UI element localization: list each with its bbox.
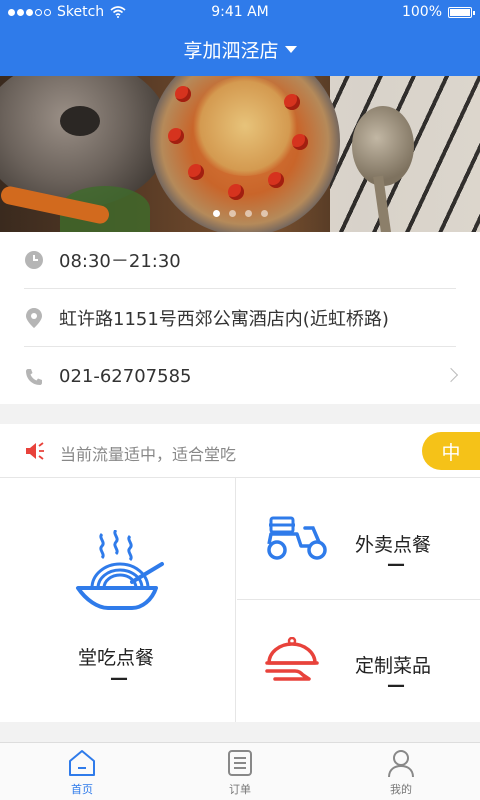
banner-photo-knob: [60, 106, 100, 136]
chevron-right-icon: [443, 367, 459, 383]
banner-photo-tomato: [284, 94, 300, 110]
banner-photo-spoon: [352, 106, 414, 186]
banner-photo-tomato: [268, 172, 284, 188]
phone-icon: [24, 367, 44, 387]
banner-photo-food: [190, 76, 300, 176]
banner-photo-tomato: [188, 164, 204, 180]
clock-icon: [24, 250, 44, 270]
takeout-value: —: [387, 554, 405, 575]
app-header: Sketch 9:41 AM 100% 享加泗泾店: [0, 0, 480, 76]
notice-text: 当前流量适中，适合堂吃: [60, 445, 237, 464]
tab-profile-label: 我的: [390, 783, 412, 796]
home-icon: [69, 750, 95, 776]
service-grid: 堂吃点餐 — 外卖点餐 — 定制菜品 —: [0, 478, 480, 722]
custom-dish-label: 定制菜品: [355, 655, 432, 677]
banner-photo-tomato: [292, 134, 308, 150]
store-address: 虹许路1151号西郊公寓酒店内(近虹桥路): [59, 309, 389, 330]
tab-home-label: 首页: [71, 783, 93, 796]
food-cloche-icon: [265, 637, 319, 681]
dine-in-label: 堂吃点餐: [78, 647, 155, 669]
pager-dot[interactable]: [244, 210, 252, 217]
banner-carousel[interactable]: [0, 76, 480, 232]
banner-photo-tomato: [228, 184, 244, 200]
dine-in-value: —: [110, 668, 128, 689]
store-phone: 021-62707585: [59, 366, 192, 387]
takeout-button[interactable]: 外卖点餐 —: [237, 478, 480, 600]
tab-orders-label: 订单: [229, 783, 251, 796]
address-row[interactable]: 虹许路1151号西郊公寓酒店内(近虹桥路): [24, 290, 456, 347]
noodle-bowl-icon: [76, 530, 164, 610]
opening-hours: 08:30－21:30: [59, 251, 181, 272]
pager-dot[interactable]: [212, 210, 220, 217]
battery-percent: 100%: [401, 4, 442, 20]
traffic-level-badge: 中: [422, 432, 480, 470]
delivery-scooter-icon: [267, 516, 327, 560]
battery-status: 100%: [401, 4, 475, 20]
hours-row: 08:30－21:30: [24, 232, 456, 289]
speaker-icon: [26, 442, 44, 460]
phone-row[interactable]: 021-62707585: [24, 348, 459, 405]
takeout-label: 外卖点餐: [355, 534, 432, 556]
dine-in-button[interactable]: 堂吃点餐 —: [0, 478, 236, 722]
caret-down-icon: [284, 46, 297, 53]
store-selector[interactable]: 享加泗泾店: [0, 36, 480, 63]
traffic-notice: 当前流量适中，适合堂吃 中: [0, 424, 480, 478]
custom-dish-button[interactable]: 定制菜品 —: [237, 601, 480, 722]
custom-dish-value: —: [387, 675, 405, 696]
location-pin-icon: [24, 308, 44, 328]
tab-orders[interactable]: 订单: [200, 747, 280, 799]
tab-profile[interactable]: 我的: [361, 747, 441, 799]
pager-dot[interactable]: [228, 210, 236, 217]
store-info-card: 08:30－21:30 虹许路1151号西郊公寓酒店内(近虹桥路) 021-62…: [0, 232, 480, 404]
banner-photo-tomato: [175, 86, 191, 102]
bottom-tab-bar: 首页 订单 我的: [0, 742, 480, 800]
status-bar: Sketch 9:41 AM 100%: [0, 0, 480, 24]
battery-icon: [448, 6, 475, 18]
banner-photo-tomato: [168, 128, 184, 144]
store-name: 享加泗泾店: [183, 40, 279, 62]
pager-dot[interactable]: [260, 210, 268, 217]
profile-icon: [388, 750, 414, 778]
carousel-pager[interactable]: [0, 210, 480, 217]
tab-home[interactable]: 首页: [42, 747, 122, 799]
order-list-icon: [228, 750, 252, 776]
